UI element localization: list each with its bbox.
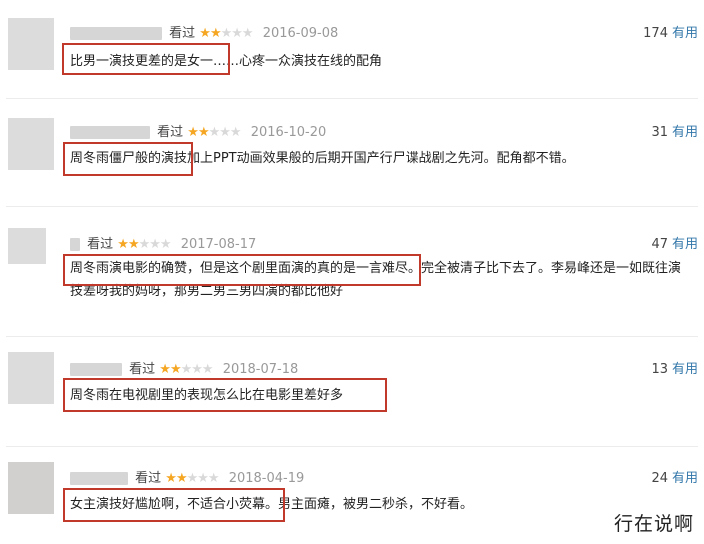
- useful-button[interactable]: 有用: [672, 237, 698, 252]
- useful-button[interactable]: 有用: [672, 362, 698, 377]
- vote-area: 47 有用: [651, 233, 698, 252]
- watch-status: 看过: [129, 362, 156, 377]
- username-blurred[interactable]: [70, 27, 162, 40]
- review-date: 2018-07-18: [222, 362, 299, 377]
- rating-stars: ★★★★★: [165, 471, 219, 486]
- review-meta: 看过 ★★★★★ 2018-04-19: [70, 467, 304, 486]
- review-text: 周冬雨在电视剧里的表现怎么比在电影里差好多: [70, 388, 344, 403]
- watch-status: 看过: [157, 125, 184, 140]
- review-text: 周冬雨演电影的确赞，但是这个剧里面演的真的是一言难尽。完全被清子比下去了。李易峰…: [70, 261, 682, 299]
- vote-area: 13 有用: [651, 358, 698, 377]
- review-meta: 看过 ★★★★★ 2018-07-18: [70, 358, 298, 377]
- username-blurred[interactable]: [70, 472, 128, 485]
- review-date: 2017-08-17: [180, 237, 257, 252]
- rating-stars: ★★★★★: [159, 362, 213, 377]
- avatar[interactable]: [8, 228, 46, 264]
- username-blurred[interactable]: [70, 238, 80, 251]
- vote-count: 47: [651, 237, 668, 252]
- useful-button[interactable]: 有用: [672, 26, 698, 41]
- vote-area: 31 有用: [651, 121, 698, 140]
- review-meta: 看过 ★★★★★ 2017-08-17: [70, 233, 256, 252]
- watch-status: 看过: [169, 26, 196, 41]
- avatar[interactable]: [8, 462, 54, 514]
- divider: [6, 336, 698, 337]
- vote-area: 174 有用: [643, 22, 698, 41]
- review-date: 2016-10-20: [250, 125, 327, 140]
- avatar[interactable]: [8, 352, 54, 404]
- review-meta: 看过 ★★★★★ 2016-09-08: [70, 22, 338, 41]
- divider: [6, 446, 698, 447]
- username-blurred[interactable]: [70, 363, 122, 376]
- username-blurred[interactable]: [70, 126, 150, 139]
- rating-stars: ★★★★★: [117, 237, 171, 252]
- vote-count: 174: [643, 26, 668, 41]
- useful-button[interactable]: 有用: [672, 125, 698, 140]
- review-date: 2016-09-08: [262, 26, 339, 41]
- vote-count: 13: [651, 362, 668, 377]
- divider: [6, 206, 698, 207]
- review-text: 女主演技好尴尬啊，不适合小荧幕。男主面瘫，被男二秒杀，不好看。: [70, 497, 474, 512]
- watch-status: 看过: [135, 471, 162, 486]
- rating-stars: ★★★★★: [199, 26, 253, 41]
- divider: [6, 98, 698, 99]
- avatar[interactable]: [8, 18, 54, 70]
- avatar[interactable]: [8, 118, 54, 170]
- review-meta: 看过 ★★★★★ 2016-10-20: [70, 121, 326, 140]
- review-date: 2018-04-19: [228, 471, 305, 486]
- watermark-text: 行在说啊: [613, 513, 694, 535]
- review-text: 周冬雨僵尸般的演技加上PPT动画效果般的后期开国产行尸谍战剧之先河。配角都不错。: [70, 151, 575, 166]
- vote-count: 24: [651, 471, 668, 486]
- vote-count: 31: [651, 125, 668, 140]
- rating-stars: ★★★★★: [187, 125, 241, 140]
- watch-status: 看过: [87, 237, 114, 252]
- vote-area: 24 有用: [651, 467, 698, 486]
- useful-button[interactable]: 有用: [672, 471, 698, 486]
- review-text: 比男一演技更差的是女一……心疼一众演技在线的配角: [70, 54, 383, 69]
